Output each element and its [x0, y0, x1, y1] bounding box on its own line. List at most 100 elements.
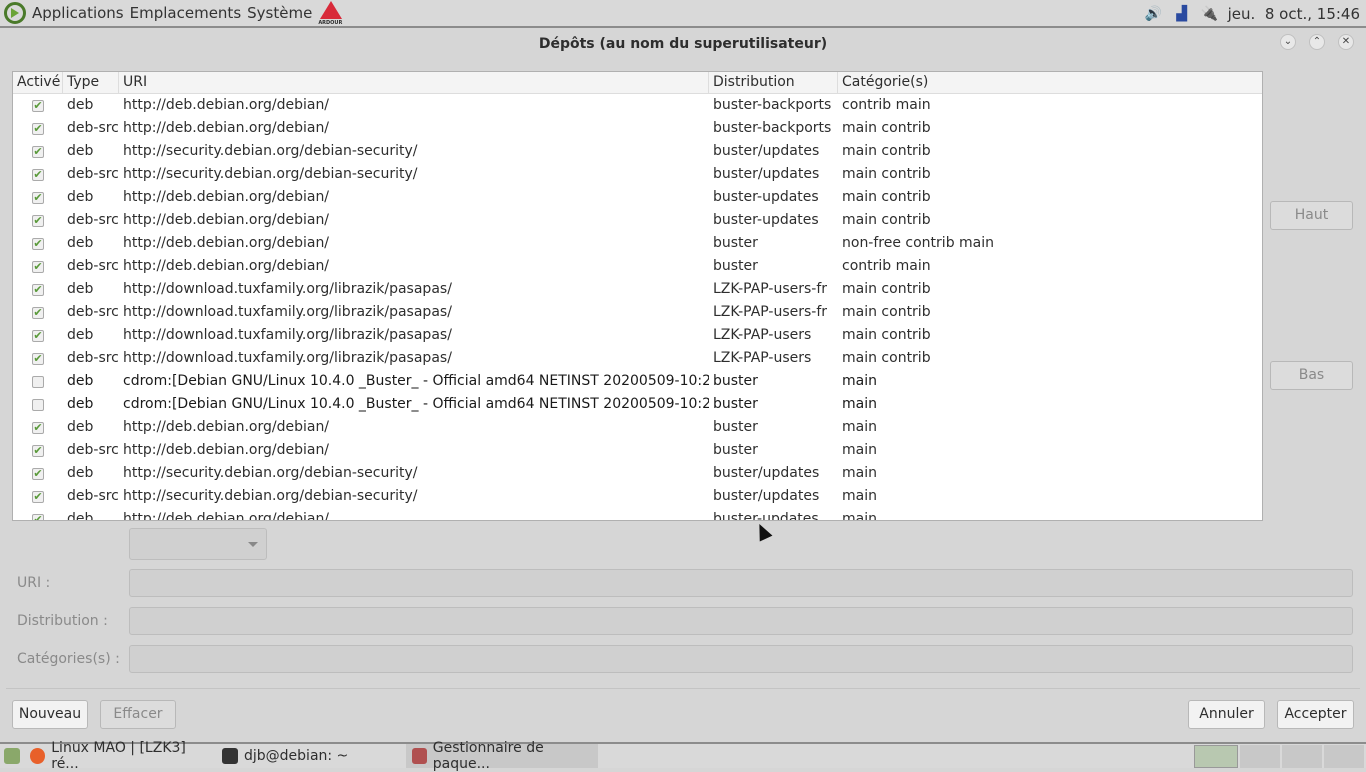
repositories-table[interactable]: Activé Type URI Distribution Catégorie(s… [12, 71, 1263, 521]
active-cell: ✔ [13, 416, 63, 439]
table-row[interactable]: ✔ deb-src http://download.tuxfamily.org/… [13, 301, 1262, 324]
type-cell: deb [67, 97, 94, 113]
active-checkbox[interactable]: ✔ [32, 145, 44, 158]
active-checkbox[interactable]: ✔ [32, 513, 44, 520]
uri-cell: http://download.tuxfamily.org/librazik/p… [123, 304, 452, 320]
uri-cell: http://security.debian.org/debian-securi… [123, 465, 418, 481]
active-checkbox[interactable]: ✔ [32, 421, 44, 434]
active-checkbox[interactable]: ✔ [32, 214, 44, 227]
active-checkbox[interactable]: ✔ [32, 99, 44, 112]
active-checkbox[interactable] [32, 375, 44, 388]
volume-icon[interactable]: 🔊 [1144, 4, 1164, 24]
new-button[interactable]: Nouveau [12, 700, 88, 729]
network-signal-icon[interactable]: ▟ [1172, 4, 1192, 24]
active-checkbox[interactable]: ✔ [32, 329, 44, 342]
task-firefox[interactable]: Linux MAO | [LZK3] ré... [24, 740, 216, 772]
active-checkbox[interactable]: ✔ [32, 122, 44, 135]
type-cell: deb-src [67, 442, 119, 458]
battery-power-icon[interactable]: 🔌 [1200, 4, 1220, 24]
task-package-manager[interactable]: Gestionnaire de paque... [406, 740, 598, 772]
active-checkbox[interactable]: ✔ [32, 168, 44, 181]
active-checkbox[interactable]: ✔ [32, 352, 44, 365]
active-checkbox[interactable]: ✔ [32, 237, 44, 250]
categories-cell: main contrib [842, 166, 931, 182]
table-row[interactable]: ✔ deb-src http://deb.debian.org/debian/ … [13, 209, 1262, 232]
type-cell: deb [67, 373, 94, 389]
delete-button[interactable]: Effacer [100, 700, 176, 729]
type-cell: deb [67, 189, 94, 205]
table-row[interactable]: ✔ deb http://deb.debian.org/debian/ bust… [13, 232, 1262, 255]
table-row[interactable]: ✔ deb-src http://deb.debian.org/debian/ … [13, 255, 1262, 278]
table-row[interactable]: ✔ deb http://deb.debian.org/debian/ bust… [13, 186, 1262, 209]
categories-cell: main [842, 373, 877, 389]
uri-input[interactable] [129, 569, 1353, 597]
menu-applications[interactable]: Applications [32, 4, 124, 22]
table-row[interactable]: ✔ deb http://deb.debian.org/debian/ bust… [13, 416, 1262, 439]
cancel-button[interactable]: Annuler [1188, 700, 1265, 729]
close-button[interactable]: ✕ [1338, 34, 1354, 50]
active-checkbox[interactable] [32, 398, 44, 411]
active-checkbox[interactable]: ✔ [32, 467, 44, 480]
move-up-button[interactable]: Haut [1270, 201, 1353, 230]
workspace-switcher[interactable] [1240, 745, 1364, 768]
table-row[interactable]: deb cdrom:[Debian GNU/Linux 10.4.0 _Bust… [13, 393, 1262, 416]
column-type[interactable]: Type [63, 72, 119, 93]
distribution-cell: buster [713, 373, 758, 389]
distro-logo-icon[interactable] [4, 2, 26, 24]
active-checkbox[interactable]: ✔ [32, 306, 44, 319]
type-dropdown[interactable] [129, 528, 267, 560]
column-distribution[interactable]: Distribution [709, 72, 838, 93]
active-cell: ✔ [13, 324, 63, 347]
task-terminal[interactable]: djb@debian: ~ [216, 744, 406, 768]
active-cell: ✔ [13, 255, 63, 278]
uri-cell: http://deb.debian.org/debian/ [123, 189, 330, 205]
table-row[interactable]: ✔ deb-src http://deb.debian.org/debian/ … [13, 439, 1262, 462]
menu-places[interactable]: Emplacements [130, 4, 242, 22]
system-tray: 🔊 ▟ 🔌 jeu. 8 oct., 15:46 [1144, 0, 1360, 28]
column-uri[interactable]: URI [119, 72, 709, 93]
move-down-button[interactable]: Bas [1270, 361, 1353, 390]
distribution-cell: buster-updates [713, 212, 819, 228]
column-categories[interactable]: Catégorie(s) [838, 72, 1262, 93]
type-cell: deb-src [67, 258, 119, 274]
categories-cell: main contrib [842, 143, 931, 159]
workspace-1[interactable] [1194, 745, 1238, 768]
active-cell: ✔ [13, 186, 63, 209]
distribution-cell: buster-updates [713, 511, 819, 521]
categories-input[interactable] [129, 645, 1353, 673]
uri-cell: http://deb.debian.org/debian/ [123, 442, 330, 458]
clock[interactable]: jeu. 8 oct., 15:46 [1228, 5, 1360, 23]
type-cell: deb-src [67, 212, 119, 228]
active-checkbox[interactable]: ✔ [32, 490, 44, 503]
active-checkbox[interactable]: ✔ [32, 260, 44, 273]
menu-system[interactable]: Système [247, 4, 312, 22]
table-row[interactable]: ✔ deb-src http://security.debian.org/deb… [13, 485, 1262, 508]
distribution-cell: buster [713, 235, 758, 251]
uri-cell: http://download.tuxfamily.org/librazik/p… [123, 327, 452, 343]
table-row[interactable]: ✔ deb-src http://security.debian.org/deb… [13, 163, 1262, 186]
maximize-button[interactable]: ⌃ [1309, 34, 1325, 50]
table-row[interactable]: ✔ deb-src http://deb.debian.org/debian/ … [13, 117, 1262, 140]
accept-button[interactable]: Accepter [1277, 700, 1354, 729]
distribution-cell: LZK-PAP-users-fr [713, 281, 828, 297]
ardour-launcher-icon[interactable]: ARDOUR [318, 0, 344, 26]
column-active[interactable]: Activé [13, 72, 63, 93]
active-checkbox[interactable]: ✔ [32, 283, 44, 296]
active-checkbox[interactable]: ✔ [32, 444, 44, 457]
distribution-cell: buster-updates [713, 189, 819, 205]
uri-cell: cdrom:[Debian GNU/Linux 10.4.0 _Buster_ … [123, 373, 709, 389]
table-row[interactable]: deb cdrom:[Debian GNU/Linux 10.4.0 _Bust… [13, 370, 1262, 393]
table-row[interactable]: ✔ deb http://download.tuxfamily.org/libr… [13, 324, 1262, 347]
table-row[interactable]: ✔ deb http://security.debian.org/debian-… [13, 462, 1262, 485]
table-row[interactable]: ✔ deb http://deb.debian.org/debian/ bust… [13, 94, 1262, 117]
minimize-button[interactable]: ⌄ [1280, 34, 1296, 50]
table-row[interactable]: ✔ deb http://download.tuxfamily.org/libr… [13, 278, 1262, 301]
show-desktop-icon[interactable] [0, 744, 24, 768]
table-row[interactable]: ✔ deb-src http://download.tuxfamily.org/… [13, 347, 1262, 370]
distribution-input[interactable] [129, 607, 1353, 635]
table-row[interactable]: ✔ deb http://deb.debian.org/debian/ bust… [13, 508, 1262, 521]
distribution-cell: buster [713, 442, 758, 458]
uri-cell: http://security.debian.org/debian-securi… [123, 488, 418, 504]
table-row[interactable]: ✔ deb http://security.debian.org/debian-… [13, 140, 1262, 163]
active-checkbox[interactable]: ✔ [32, 191, 44, 204]
